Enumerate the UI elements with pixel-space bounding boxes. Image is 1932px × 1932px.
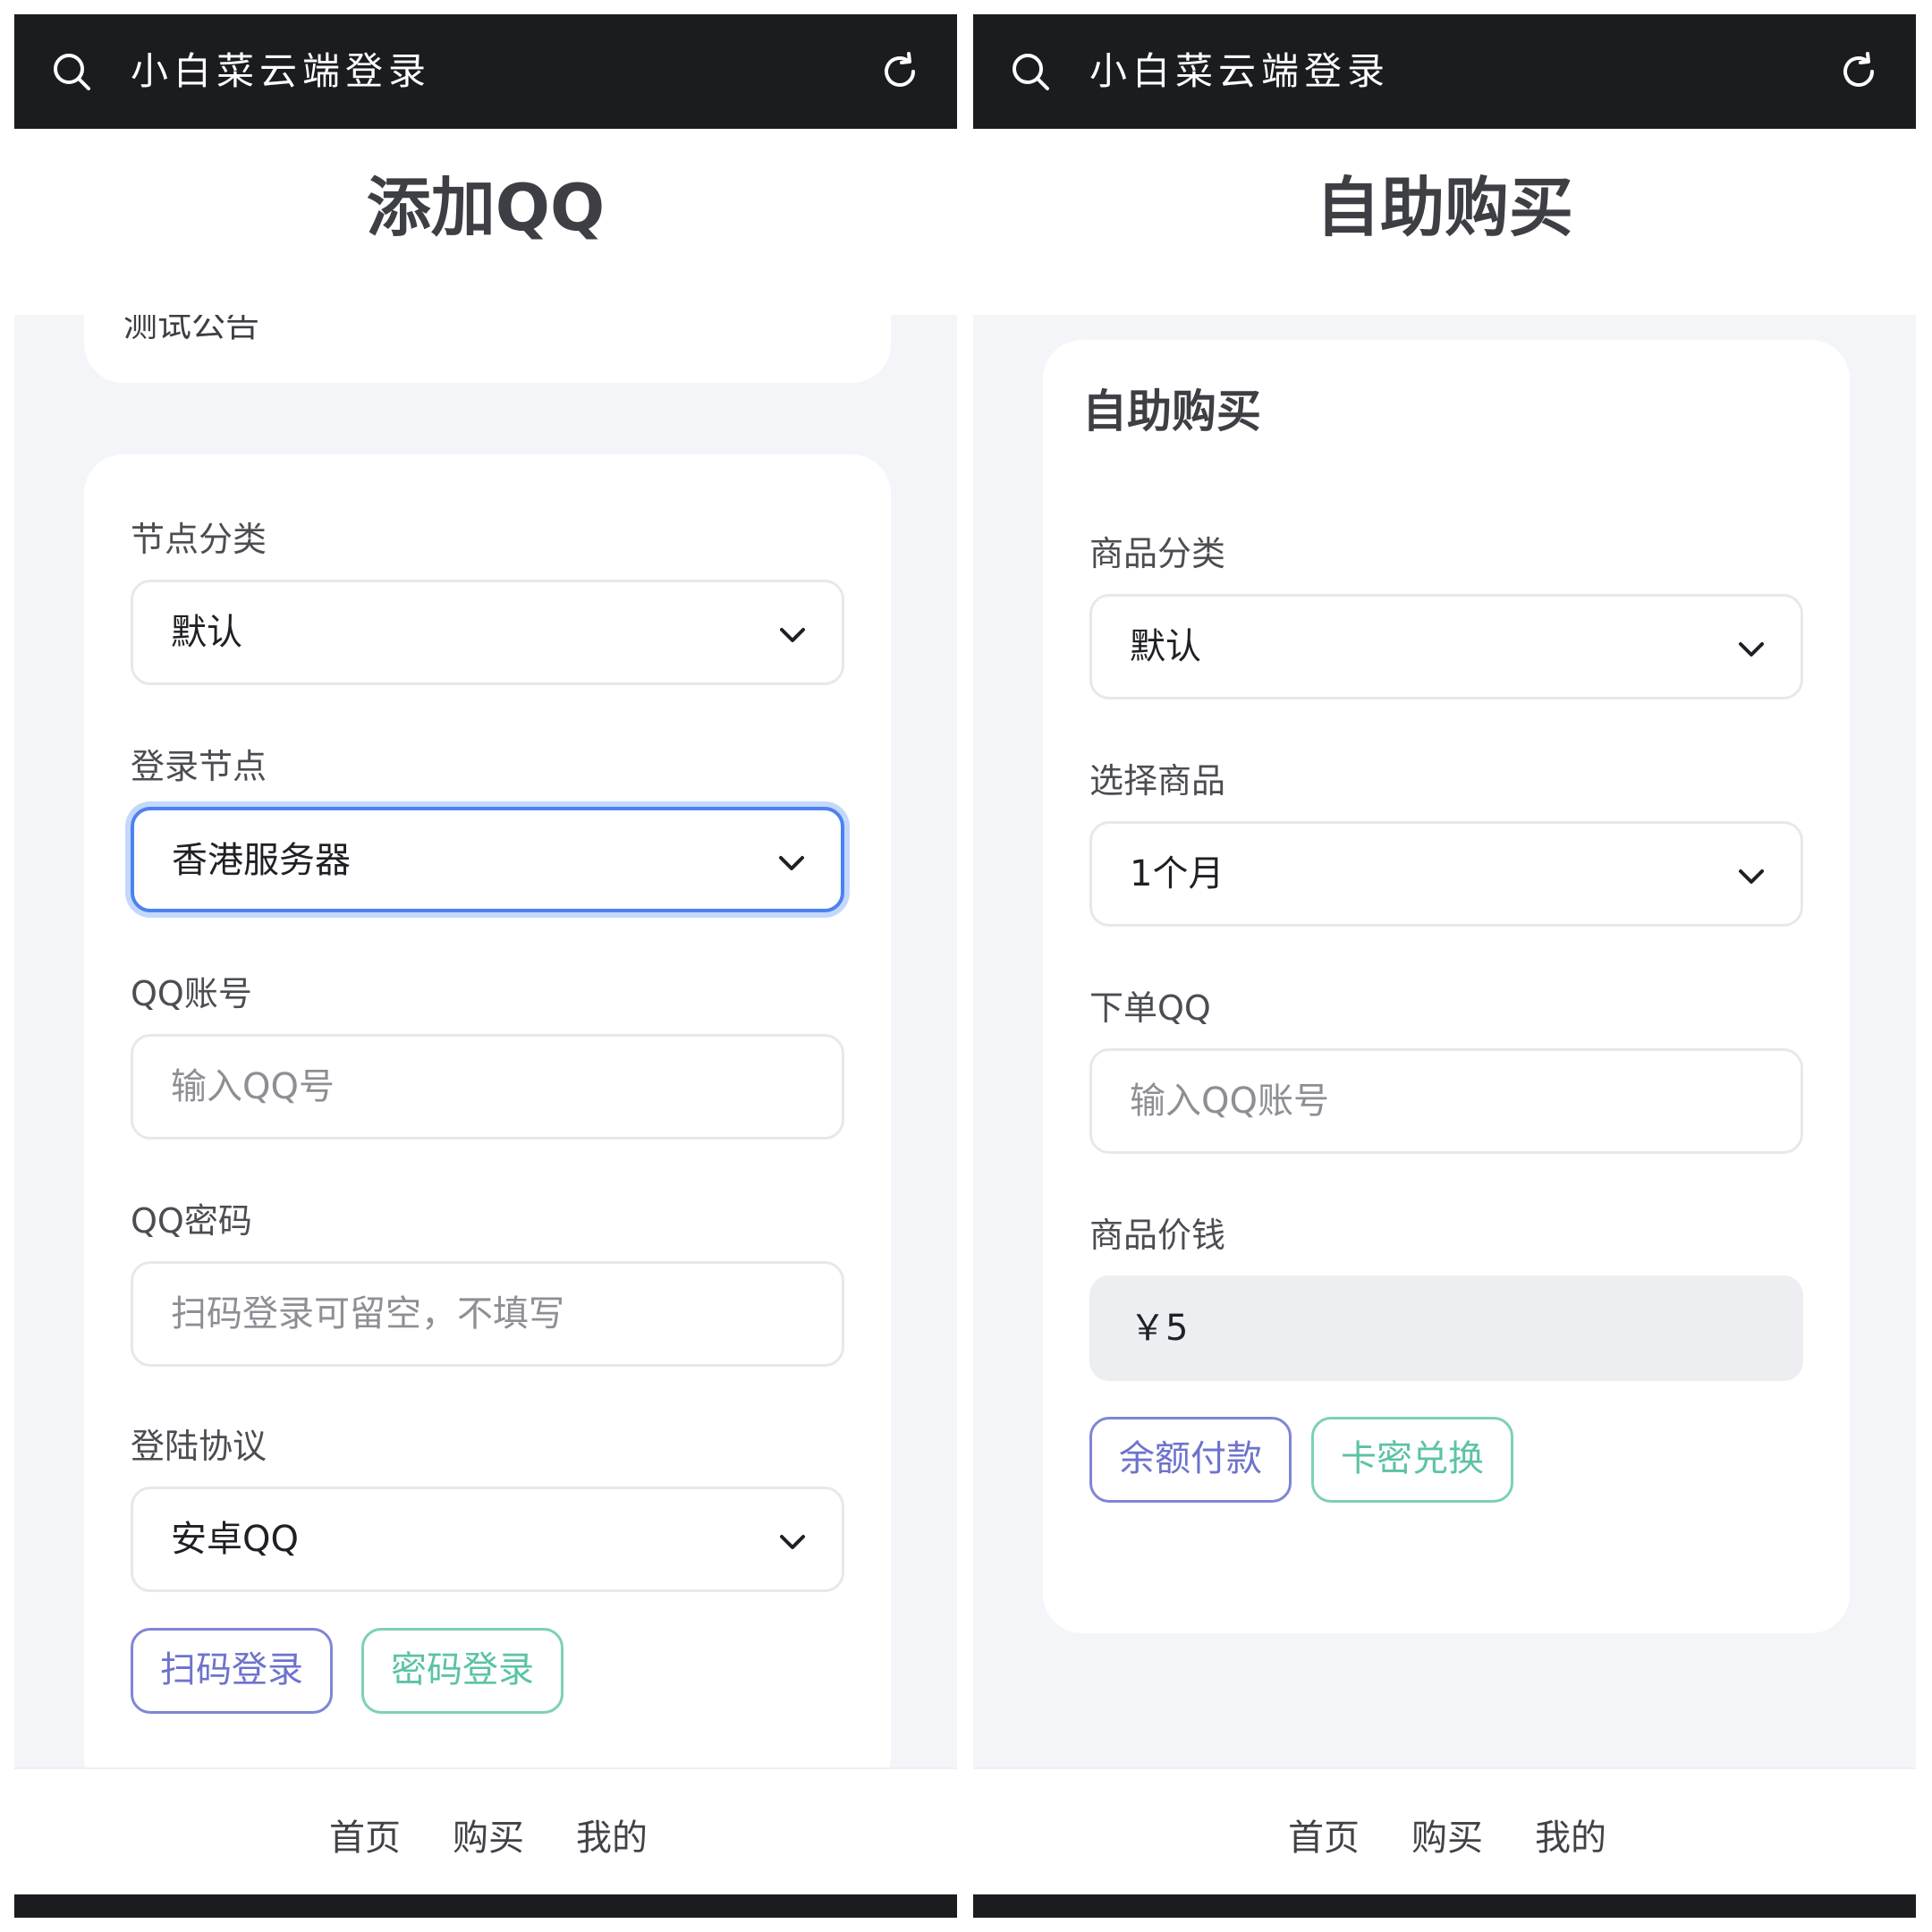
product-category-value: 默认 <box>1130 626 1201 667</box>
scan-login-button[interactable]: 扫码登录 <box>131 1628 333 1714</box>
app-title: 小白菜云端登录 <box>131 49 432 93</box>
product-price-field: ￥5 <box>1089 1275 1803 1381</box>
qq-account-input[interactable]: 输入QQ号 <box>131 1034 844 1140</box>
system-home-bar <box>973 1894 1916 1918</box>
page-title: 自助购买 <box>1315 170 1573 245</box>
bottom-nav: 首页 购买 我的 <box>973 1767 1916 1894</box>
qq-password-label: QQ密码 <box>131 1201 252 1241</box>
login-protocol-value: 安卓QQ <box>171 1519 299 1560</box>
app-title: 小白菜云端登录 <box>1089 49 1391 93</box>
chevron-down-icon <box>780 1535 805 1549</box>
login-form-card: 节点分类 默认 登录节点 香港服务器 QQ账号 输入QQ号 QQ密码 扫码登录可… <box>84 454 891 1796</box>
nav-home[interactable]: 首页 <box>1288 1809 1360 1860</box>
select-product-value: 1个月 <box>1130 853 1224 894</box>
refresh-icon[interactable] <box>1837 50 1880 93</box>
page-title: 添加QQ <box>366 170 606 245</box>
search-icon[interactable] <box>1009 50 1052 93</box>
nav-mine[interactable]: 我的 <box>576 1809 648 1860</box>
login-protocol-label: 登陆协议 <box>131 1427 267 1466</box>
nav-home[interactable]: 首页 <box>329 1809 401 1860</box>
card-redeem-button[interactable]: 卡密兑换 <box>1311 1417 1513 1503</box>
right-phone-screen: 小白菜云端登录 自助购买 自助购买 商品分类 默认 选择商品 1个月 下单QQ … <box>973 14 1916 1918</box>
card-title: 自助购买 <box>1082 386 1261 437</box>
top-bar: 小白菜云端登录 <box>973 14 1916 129</box>
qq-password-placeholder: 扫码登录可留空，不填写 <box>171 1293 564 1335</box>
refresh-icon[interactable] <box>878 50 921 93</box>
qq-password-input[interactable]: 扫码登录可留空，不填写 <box>131 1261 844 1367</box>
qq-account-label: QQ账号 <box>131 974 252 1013</box>
select-product-select[interactable]: 1个月 <box>1089 821 1803 927</box>
chevron-down-icon <box>780 628 805 642</box>
nav-buy[interactable]: 购买 <box>453 1809 524 1860</box>
product-category-select[interactable]: 默认 <box>1089 594 1803 699</box>
nav-buy[interactable]: 购买 <box>1411 1809 1483 1860</box>
page-header: 添加QQ <box>14 129 957 315</box>
chevron-down-icon <box>1739 869 1764 884</box>
login-node-value: 香港服务器 <box>172 840 351 881</box>
page-header: 自助购买 <box>973 129 1916 315</box>
chevron-down-icon <box>1739 642 1764 657</box>
order-qq-input[interactable]: 输入QQ账号 <box>1089 1048 1803 1154</box>
qq-account-placeholder: 输入QQ号 <box>171 1066 335 1107</box>
search-icon[interactable] <box>50 50 93 93</box>
login-node-select[interactable]: 香港服务器 <box>131 807 844 912</box>
left-phone-screen: 小白菜云端登录 添加QQ 测试公告 节点分类 默认 登录节点 香港服务器 QQ账… <box>14 14 957 1918</box>
product-price-label: 商品价钱 <box>1089 1216 1226 1255</box>
nav-mine[interactable]: 我的 <box>1535 1809 1606 1860</box>
login-node-label: 登录节点 <box>131 747 267 786</box>
product-category-label: 商品分类 <box>1089 534 1226 573</box>
bottom-nav: 首页 购买 我的 <box>14 1767 957 1894</box>
order-qq-label: 下单QQ <box>1089 988 1211 1028</box>
balance-pay-button[interactable]: 余额付款 <box>1089 1417 1292 1503</box>
node-category-value: 默认 <box>171 612 242 653</box>
purchase-card: 自助购买 商品分类 默认 选择商品 1个月 下单QQ 输入QQ账号 商品价钱 ￥… <box>1043 340 1850 1633</box>
top-bar: 小白菜云端登录 <box>14 14 957 129</box>
select-product-label: 选择商品 <box>1089 761 1226 801</box>
system-home-bar <box>14 1894 957 1918</box>
order-qq-placeholder: 输入QQ账号 <box>1130 1080 1329 1122</box>
node-category-select[interactable]: 默认 <box>131 580 844 685</box>
node-category-label: 节点分类 <box>131 520 267 559</box>
password-login-button[interactable]: 密码登录 <box>361 1628 564 1714</box>
product-price-value: ￥5 <box>1130 1308 1189 1349</box>
chevron-down-icon <box>779 856 804 870</box>
login-protocol-select[interactable]: 安卓QQ <box>131 1487 844 1592</box>
